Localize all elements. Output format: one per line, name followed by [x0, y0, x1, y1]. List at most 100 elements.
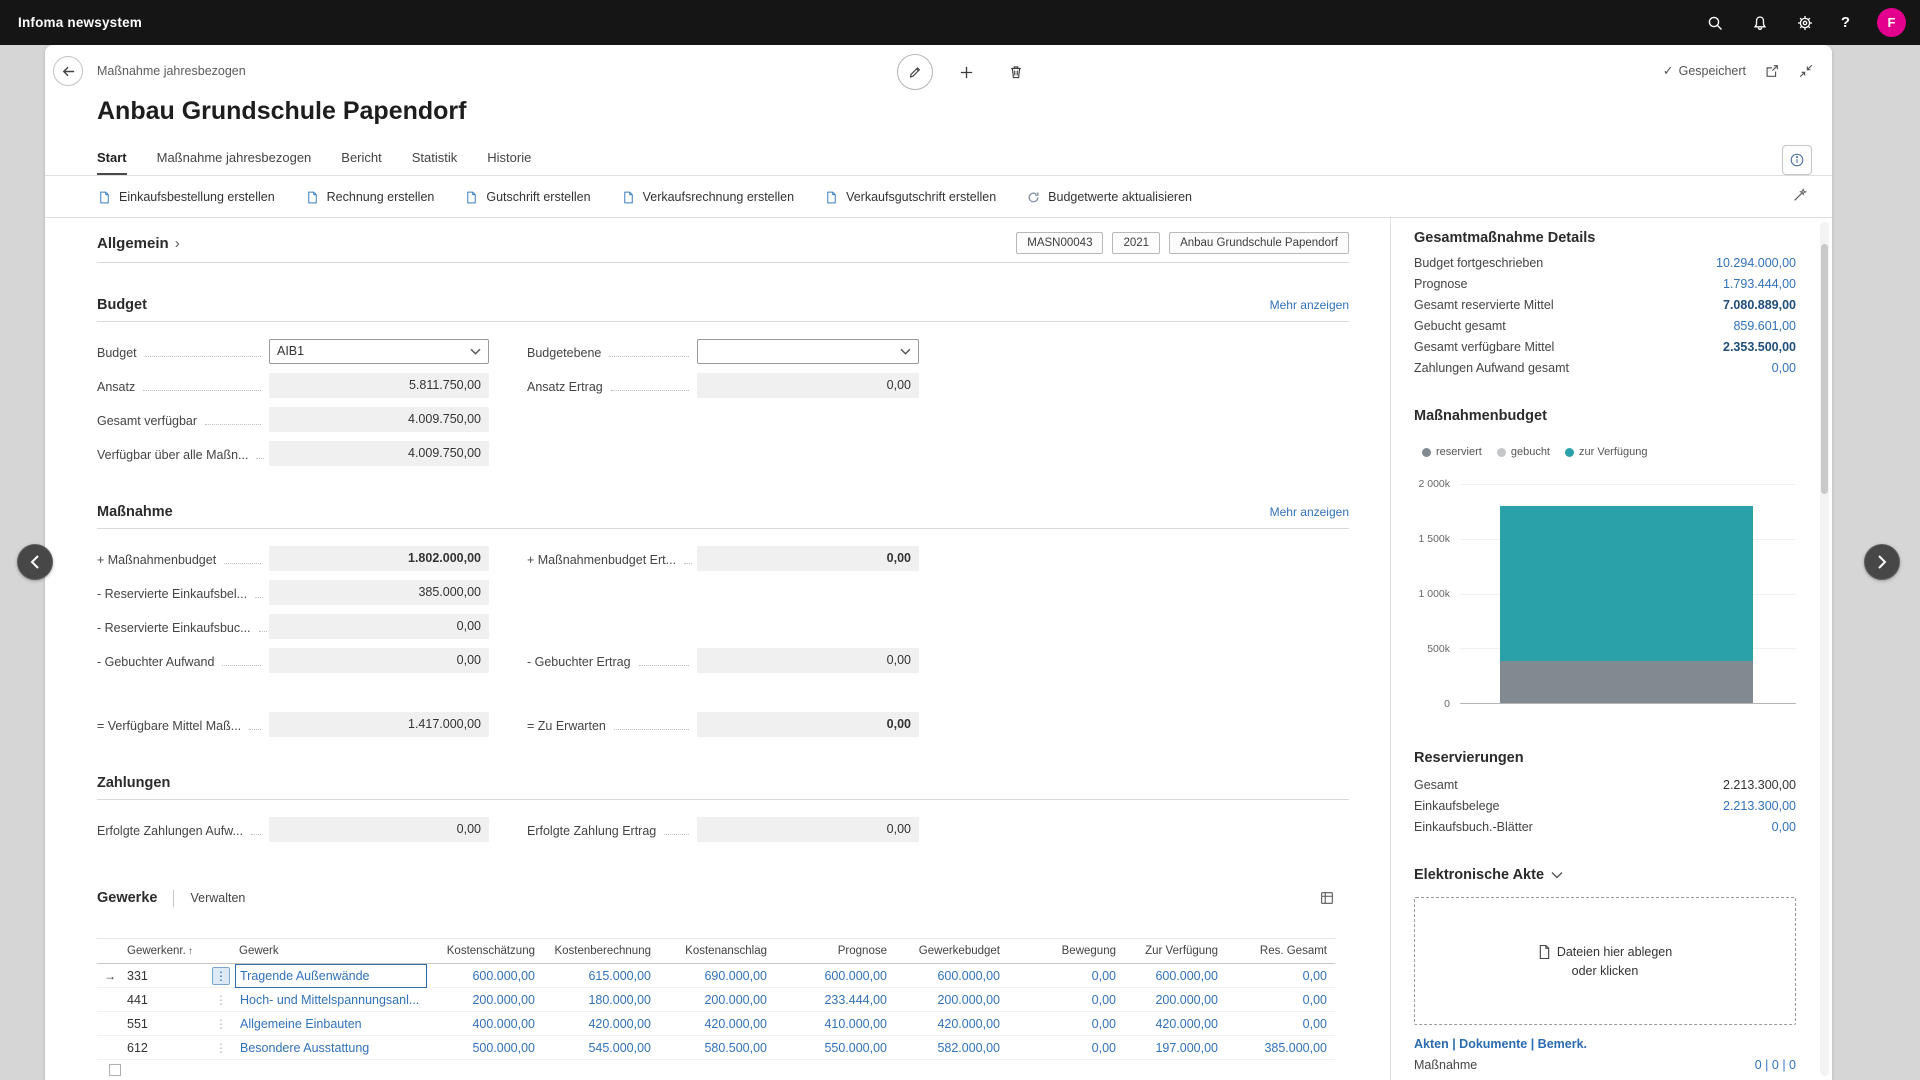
gewerkenr-cell[interactable]: 551 [123, 1017, 209, 1031]
amount-cell[interactable]: 600.000,00 [472, 969, 535, 983]
gewerke-verwalten-menu[interactable]: Verwalten [190, 891, 245, 905]
tab-statistik[interactable]: Statistik [412, 144, 458, 175]
amount-cell[interactable]: 550.000,00 [824, 1041, 887, 1055]
detail-value-link[interactable]: 7.080.889,00 [1723, 298, 1796, 312]
gewerk-link[interactable]: Hoch- und Mittelspannungsanl... [240, 993, 419, 1007]
eakte-title[interactable]: Elektronische Akte [1414, 867, 1544, 883]
row-menu-button[interactable]: ⋮ [212, 1015, 230, 1033]
reservierung-value-link[interactable]: 0,00 [1772, 820, 1796, 834]
column-header-kostenschaetzung[interactable]: Kostenschätzung [427, 945, 543, 957]
gewerk-link[interactable]: Besondere Ausstattung [240, 1041, 369, 1055]
budgetebene-dropdown[interactable] [697, 339, 919, 364]
amount-cell[interactable]: 410.000,00 [824, 1017, 887, 1031]
amount-cell[interactable]: 420.000,00 [704, 1017, 767, 1031]
column-header-gewerk[interactable]: Gewerk [235, 945, 427, 957]
previous-record-button[interactable] [17, 544, 53, 580]
amount-cell[interactable]: 0,00 [1092, 1041, 1116, 1055]
vertical-scrollbar[interactable] [1820, 222, 1829, 1076]
amount-cell[interactable]: 0,00 [1303, 1017, 1327, 1031]
reservierte-einkaufsbelege-field[interactable]: 385.000,00 [269, 580, 489, 605]
table-row[interactable]: 441 ⋮ Hoch- und Mittelspannungsanl... 20… [97, 988, 1335, 1012]
zu-erwarten-field[interactable]: 0,00 [697, 712, 919, 737]
zahlungen-aufwand-field[interactable]: 0,00 [269, 817, 489, 842]
row-menu-button[interactable]: ⋮ [212, 991, 230, 1009]
amount-cell[interactable]: 600.000,00 [937, 969, 1000, 983]
amount-cell[interactable]: 690.000,00 [704, 969, 767, 983]
settings-gear-icon[interactable] [1796, 14, 1814, 32]
amount-cell[interactable]: 0,00 [1092, 1017, 1116, 1031]
action-rechnung-erstellen[interactable]: Rechnung erstellen [305, 190, 435, 205]
amount-cell[interactable]: 600.000,00 [824, 969, 887, 983]
tab-start[interactable]: Start [97, 144, 127, 175]
gewerk-link[interactable]: Tragende Außenwände [240, 969, 370, 983]
action-verkaufsgutschrift-erstellen[interactable]: Verkaufsgutschrift erstellen [824, 190, 996, 205]
new-row-checkbox[interactable] [109, 1064, 121, 1076]
gewerk-link[interactable]: Allgemeine Einbauten [240, 1017, 362, 1031]
detail-value-link[interactable]: 2.353.500,00 [1723, 340, 1796, 354]
budget-show-more-link[interactable]: Mehr anzeigen [1270, 298, 1349, 312]
action-verkaufsrechnung-erstellen[interactable]: Verkaufsrechnung erstellen [621, 190, 794, 205]
amount-cell[interactable]: 200.000,00 [704, 993, 767, 1007]
amount-cell[interactable]: 0,00 [1303, 993, 1327, 1007]
gewerkenr-cell[interactable]: 612 [123, 1041, 209, 1055]
amount-cell[interactable]: 580.500,00 [704, 1041, 767, 1055]
edit-button[interactable] [897, 54, 933, 90]
amount-cell[interactable]: 385.000,00 [1264, 1041, 1327, 1055]
tab-historie[interactable]: Historie [487, 144, 531, 175]
scrollbar-thumb[interactable] [1821, 244, 1828, 494]
row-menu-button[interactable]: ⋮ [212, 967, 230, 985]
amount-cell[interactable]: 400.000,00 [472, 1017, 535, 1031]
column-header-kostenberechnung[interactable]: Kostenberechnung [543, 945, 659, 957]
eakte-counts-link[interactable]: 0 | 0 | 0 [1755, 1058, 1796, 1072]
amount-cell[interactable]: 500.000,00 [472, 1041, 535, 1055]
allgemein-group-header[interactable]: Allgemein › [97, 235, 180, 252]
open-in-window-icon[interactable] [1764, 63, 1780, 79]
detail-value-link[interactable]: 0,00 [1772, 361, 1796, 375]
amount-cell[interactable]: 420.000,00 [588, 1017, 651, 1031]
amount-cell[interactable]: 200.000,00 [472, 993, 535, 1007]
verfuegbar-alle-field[interactable]: 4.009.750,00 [269, 441, 489, 466]
gewerke-part-title[interactable]: Gewerke [97, 890, 157, 906]
gesamt-verfuegbar-field[interactable]: 4.009.750,00 [269, 407, 489, 432]
verfuegbare-mittel-field[interactable]: 1.417.000,00 [269, 712, 489, 737]
column-header-res-gesamt[interactable]: Res. Gesamt [1226, 945, 1335, 957]
personalize-icon[interactable] [1792, 187, 1808, 203]
amount-cell[interactable]: 615.000,00 [588, 969, 651, 983]
collapse-icon[interactable] [1798, 63, 1814, 79]
column-header-zur-verfuegung[interactable]: Zur Verfügung [1124, 945, 1226, 957]
table-row[interactable]: → 331 ⋮ Tragende Außenwände 600.000,00 6… [97, 964, 1335, 988]
gewerkenr-cell[interactable]: 441 [123, 993, 209, 1007]
column-header-gewerkenr[interactable]: Gewerkenr.↑ [123, 945, 209, 957]
gewerkenr-cell[interactable]: 331 [123, 969, 209, 983]
info-pane-toggle[interactable] [1782, 145, 1812, 175]
help-icon[interactable]: ? [1841, 14, 1850, 31]
next-record-button[interactable] [1864, 544, 1900, 580]
column-header-kostenanschlag[interactable]: Kostenanschlag [659, 945, 775, 957]
new-button[interactable] [949, 55, 983, 89]
zahlung-ertrag-field[interactable]: 0,00 [697, 817, 919, 842]
column-header-gewerkebudget[interactable]: Gewerkebudget [895, 945, 1008, 957]
massnahmenbudget-ertrag-field[interactable]: 0,00 [697, 546, 919, 571]
ansatz-field[interactable]: 5.811.750,00 [269, 373, 489, 398]
back-button[interactable] [53, 56, 83, 86]
amount-cell[interactable]: 197.000,00 [1155, 1041, 1218, 1055]
action-gutschrift-erstellen[interactable]: Gutschrift erstellen [464, 190, 590, 205]
ansatz-ertrag-field[interactable]: 0,00 [697, 373, 919, 398]
reservierung-value-link[interactable]: 2.213.300,00 [1723, 799, 1796, 813]
amount-cell[interactable]: 200.000,00 [937, 993, 1000, 1007]
amount-cell[interactable]: 0,00 [1303, 969, 1327, 983]
column-header-prognose[interactable]: Prognose [775, 945, 895, 957]
table-row[interactable]: 551 ⋮ Allgemeine Einbauten 400.000,00 42… [97, 1012, 1335, 1036]
detail-value-link[interactable]: 1.793.444,00 [1723, 277, 1796, 291]
reservierte-einkaufsbuch-field[interactable]: 0,00 [269, 614, 489, 639]
amount-cell[interactable]: 180.000,00 [588, 993, 651, 1007]
amount-cell[interactable]: 545.000,00 [588, 1041, 651, 1055]
amount-cell[interactable]: 600.000,00 [1155, 969, 1218, 983]
row-menu-button[interactable]: ⋮ [212, 1039, 230, 1057]
search-icon[interactable] [1706, 14, 1724, 32]
detail-value-link[interactable]: 10.294.000,00 [1716, 256, 1796, 270]
delete-button[interactable] [999, 55, 1033, 89]
amount-cell[interactable]: 582.000,00 [937, 1041, 1000, 1055]
file-dropzone[interactable]: Dateien hier ablegen oder klicken [1414, 897, 1796, 1025]
table-row[interactable]: 612 ⋮ Besondere Ausstattung 500.000,00 5… [97, 1036, 1335, 1060]
